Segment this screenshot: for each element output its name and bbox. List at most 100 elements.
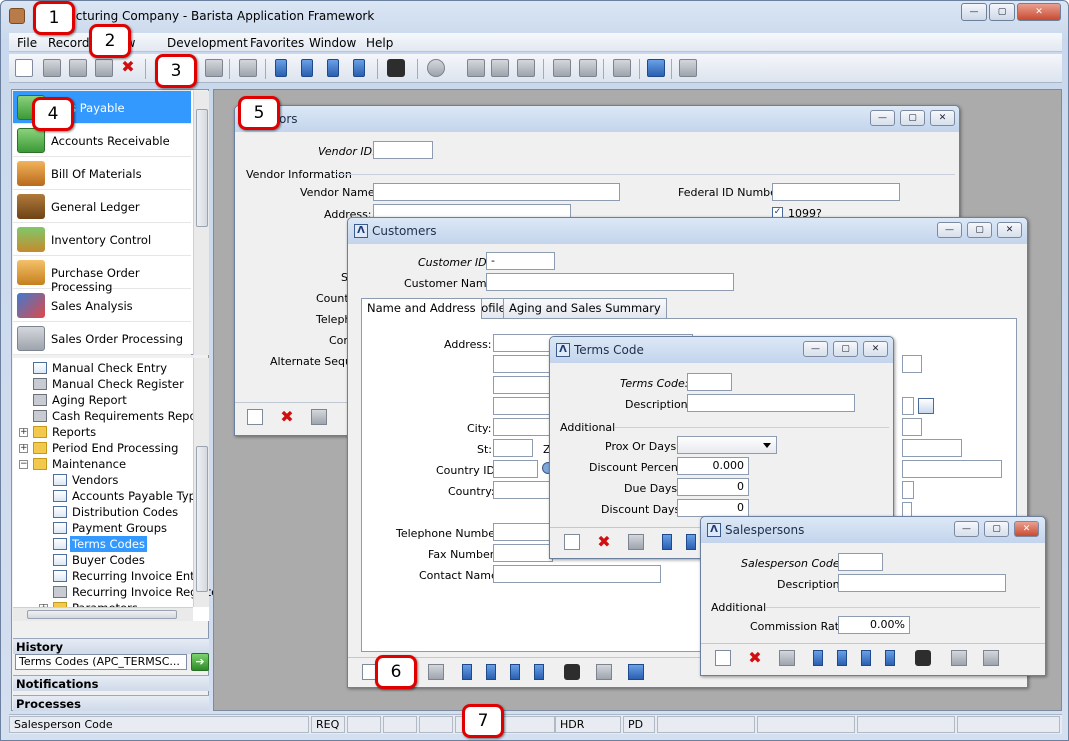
disc-days-input[interactable]: 0 xyxy=(677,499,749,517)
vendor-name-input[interactable] xyxy=(373,183,620,201)
module-inventory-control[interactable]: Inventory Control xyxy=(13,223,191,256)
document-icon[interactable] xyxy=(579,59,597,77)
expand-icon[interactable] xyxy=(491,59,509,77)
commission-input[interactable]: 0.00% xyxy=(838,616,910,634)
vendor-address-input[interactable] xyxy=(373,204,571,218)
menu-file[interactable]: File xyxy=(17,36,37,50)
notifications-header[interactable]: Notifications xyxy=(13,675,209,691)
scroll-thumb[interactable] xyxy=(196,109,208,227)
address-line-2[interactable] xyxy=(493,355,553,373)
vendor-id-input[interactable] xyxy=(373,141,433,159)
minimize-button[interactable]: — xyxy=(961,3,987,21)
city-input[interactable] xyxy=(493,418,553,436)
close-button[interactable]: ✕ xyxy=(1014,521,1039,537)
customers-titlebar[interactable]: Λ Customers — ▢ ✕ xyxy=(348,218,1027,244)
menu-favorites[interactable]: Favorites xyxy=(250,36,304,50)
history-header[interactable]: History xyxy=(13,638,209,654)
comment-icon[interactable] xyxy=(95,59,113,77)
previous-record-icon[interactable] xyxy=(837,650,847,666)
menu-window[interactable]: Window xyxy=(309,36,356,50)
module-sales-analysis[interactable]: Sales Analysis xyxy=(13,289,191,322)
st-input[interactable] xyxy=(493,439,533,457)
customer-date-field[interactable] xyxy=(902,397,914,415)
new-record-icon[interactable] xyxy=(15,59,33,77)
copy-icon[interactable] xyxy=(613,59,631,77)
save-icon[interactable] xyxy=(428,664,444,680)
disc-pct-input[interactable]: 0.000 xyxy=(677,457,749,475)
salespersons-titlebar[interactable]: Λ Salespersons — ▢ ✕ xyxy=(701,517,1045,543)
delete-icon[interactable]: ✖ xyxy=(596,534,612,550)
maximize-button[interactable]: ▢ xyxy=(900,110,925,126)
prox-select[interactable] xyxy=(677,436,777,454)
country-input[interactable] xyxy=(493,481,553,499)
contact-input[interactable] xyxy=(493,565,661,583)
menu-development[interactable]: Development xyxy=(167,36,248,50)
salesperson-code-input[interactable] xyxy=(838,553,883,571)
last-record-icon[interactable] xyxy=(885,650,895,666)
last-record-icon[interactable] xyxy=(353,59,365,77)
query-icon[interactable] xyxy=(951,650,967,666)
address-line-4[interactable] xyxy=(493,397,553,415)
minimize-button[interactable]: — xyxy=(803,341,828,357)
table-view-icon[interactable] xyxy=(647,59,665,77)
restore-button[interactable]: ▢ xyxy=(989,3,1015,21)
first-record-icon[interactable] xyxy=(275,59,287,77)
module-sales-order-processing[interactable]: Sales Order Processing xyxy=(13,322,191,355)
terms-titlebar[interactable]: Λ Terms Code — ▢ ✕ xyxy=(550,337,893,363)
menu-record[interactable]: Record xyxy=(48,36,89,50)
country-id-input[interactable] xyxy=(493,460,538,478)
history-go-button[interactable]: ➔ xyxy=(191,653,209,671)
customer-id-input[interactable]: - xyxy=(486,252,555,270)
minimize-button[interactable]: — xyxy=(937,222,962,238)
save-icon[interactable] xyxy=(311,409,327,425)
first-record-icon[interactable] xyxy=(462,664,472,680)
scroll-thumb[interactable] xyxy=(27,610,177,619)
fax-input[interactable] xyxy=(493,544,553,562)
scroll-thumb[interactable] xyxy=(196,446,208,592)
module-bill-of-materials[interactable]: Bill Of Materials xyxy=(13,157,191,190)
maximize-button[interactable]: ▢ xyxy=(967,222,992,238)
history-select[interactable]: Terms Codes (APC_TERMSC... xyxy=(15,654,187,670)
address-line-3[interactable] xyxy=(493,376,553,394)
customer-name-input[interactable] xyxy=(486,273,734,291)
delete-icon[interactable]: ✖ xyxy=(747,650,763,666)
save-icon[interactable] xyxy=(628,534,644,550)
save-icon[interactable] xyxy=(779,650,795,666)
customer-field[interactable] xyxy=(902,418,922,436)
arrow-right-icon[interactable] xyxy=(205,59,223,77)
maximize-button[interactable]: ▢ xyxy=(833,341,858,357)
processes-header[interactable]: Processes xyxy=(13,695,209,711)
tree-hscrollbar[interactable] xyxy=(13,607,193,621)
module-purchase-order-processing[interactable]: Purchase Order Processing xyxy=(13,256,191,294)
insert-icon[interactable] xyxy=(43,59,61,77)
terms-code-input[interactable] xyxy=(687,373,732,391)
vendors-titlebar[interactable]: Λ ors — ▢ ✕ xyxy=(235,106,959,132)
module-general-ledger[interactable]: General Ledger xyxy=(13,190,191,223)
tab-aging-and-sales-summary[interactable]: Aging and Sales Summary xyxy=(503,298,667,318)
new-record-icon[interactable] xyxy=(247,409,263,425)
maximize-button[interactable]: ▢ xyxy=(984,521,1009,537)
customer-field[interactable] xyxy=(902,481,914,499)
form-view-icon[interactable] xyxy=(679,59,697,77)
telephone-input[interactable] xyxy=(493,523,553,541)
delete-icon[interactable]: ✖ xyxy=(279,409,295,425)
salesperson-desc-input[interactable] xyxy=(838,574,1006,592)
customer-field[interactable] xyxy=(902,460,1002,478)
customer-field[interactable] xyxy=(902,439,962,457)
next-record-icon[interactable] xyxy=(510,664,520,680)
close-button[interactable]: ✕ xyxy=(1017,3,1061,21)
zoom-icon[interactable] xyxy=(427,59,445,77)
minimize-button[interactable]: — xyxy=(870,110,895,126)
print-icon[interactable] xyxy=(239,59,257,77)
new-record-icon[interactable] xyxy=(715,650,731,666)
delete-icon[interactable]: ✖ xyxy=(119,59,137,77)
previous-record-icon[interactable] xyxy=(486,664,496,680)
collapse-toggle[interactable]: − xyxy=(19,460,28,469)
first-record-icon[interactable] xyxy=(662,534,672,550)
last-record-icon[interactable] xyxy=(534,664,544,680)
binoculars-icon[interactable] xyxy=(387,59,405,77)
expand-toggle[interactable]: + xyxy=(19,444,28,453)
tree-scrollbar[interactable] xyxy=(193,358,209,607)
close-button[interactable]: ✕ xyxy=(930,110,955,126)
grid-icon[interactable] xyxy=(517,59,535,77)
